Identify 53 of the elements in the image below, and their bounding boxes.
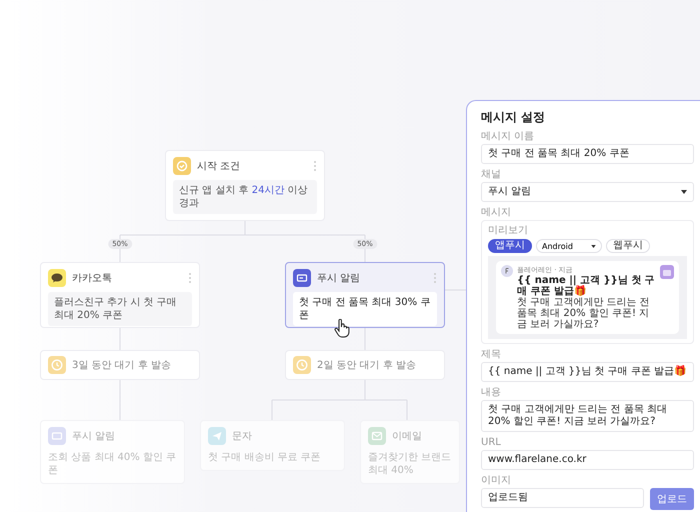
wait-node-card[interactable]: 2일 동안 대기 후 발송: [285, 350, 445, 380]
wait-text: 3일 동안 대기 후 발송: [72, 359, 172, 372]
condition-text: 신규 앱 설치 후 24시간 이상 경과: [173, 180, 317, 214]
node-title: 문자: [232, 430, 253, 443]
os-select[interactable]: Android: [536, 239, 602, 253]
start-node-card[interactable]: 시작 조건 신규 앱 설치 후 24시간 이상 경과: [165, 150, 325, 221]
input-field[interactable]: 첫 구매 전 품목 최대 20% 쿠폰: [481, 144, 694, 164]
wait-node-card[interactable]: 3일 동안 대기 후 발송: [40, 350, 200, 380]
notification-title: {{ name || 고객 }}님 첫 구매 쿠폰 발급🎁: [517, 275, 656, 297]
image-thumbnail-icon: [660, 265, 674, 279]
node-title: 시작 조건: [197, 160, 242, 173]
field-label: 미리보기: [488, 225, 529, 236]
field-label: URL: [481, 437, 502, 448]
field-label: 채널: [481, 169, 502, 180]
kebab-menu-icon[interactable]: [313, 160, 317, 172]
field-label: 이미지: [481, 475, 512, 486]
platform-tab[interactable]: 웹푸시: [606, 239, 650, 253]
message-summary: 조회 상품 최대 40% 할인 쿠폰: [48, 451, 177, 477]
kebab-menu-icon[interactable]: [433, 272, 437, 284]
clock-icon: [293, 356, 311, 374]
input-field[interactable]: 업로드됨: [481, 488, 644, 508]
hand-cursor-icon: [334, 319, 350, 338]
input-field[interactable]: www.flarelane.co.kr: [481, 450, 694, 470]
envelope-icon: [368, 427, 386, 445]
clock-icon: [48, 356, 66, 374]
message-summary: 즐겨찾기한 브랜드 최대 40%: [368, 451, 452, 477]
textarea-field[interactable]: 첫 구매 고객에게만 드리는 전 품목 최대 20% 할인 쿠폰! 지금 보러 가실까요?: [481, 400, 694, 432]
paper-plane-icon: [208, 427, 226, 445]
speech-bubble-icon: [48, 269, 66, 287]
input-field[interactable]: {{ name || 고객 }}님 첫 구매 쿠폰 발급🎁: [481, 362, 694, 382]
node-title: 푸시 알림: [72, 430, 116, 443]
field-label: 메시지: [481, 207, 512, 218]
channel-select[interactable]: 푸시 알림: [481, 182, 694, 202]
message-summary: 첫 구매 배송비 무료 쿠폰: [208, 451, 322, 464]
caret-icon: [590, 244, 596, 248]
node-title: 푸시 알림: [317, 272, 362, 285]
kebab-menu-icon[interactable]: [188, 272, 192, 284]
app-avatar-icon: [501, 265, 513, 277]
card-icon: [293, 269, 311, 287]
message-summary: 플러스친구 추가 시 첫 구매 최대 20% 쿠폰: [48, 292, 192, 326]
field-label: 제목: [481, 349, 502, 360]
field-label: 메시지 이름: [481, 131, 536, 142]
panel-title: 메시지 설정: [481, 109, 546, 126]
notification-body: 첫 구매 고객에게만 드리는 전 품목 최대 20% 할인 쿠폰! 지금 보러 가실까요?: [517, 297, 651, 330]
message-summary: 첫 구매 전 품목 최대 30% 쿠폰: [293, 292, 437, 326]
platform-tab[interactable]: 앱푸시: [488, 239, 532, 253]
node-title: 카카오톡: [72, 272, 113, 285]
message-node-card[interactable]: 카카오톡 플러스친구 추가 시 첫 구매 최대 20% 쿠폰: [40, 262, 200, 328]
card-icon: [48, 427, 66, 445]
caret-icon: [681, 190, 687, 194]
field-label: 내용: [481, 387, 502, 398]
wait-text: 2일 동안 대기 후 발송: [317, 359, 416, 372]
node-title: 이메일: [392, 430, 423, 443]
